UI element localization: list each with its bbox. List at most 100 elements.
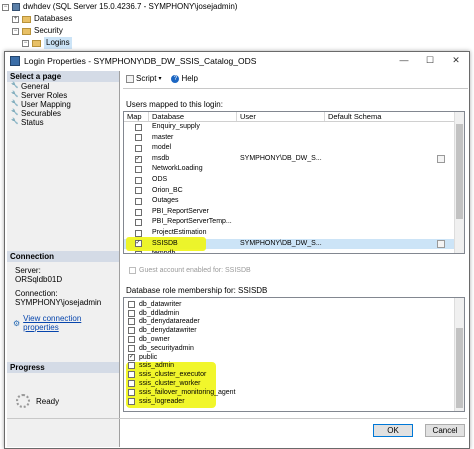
map-checkbox[interactable]	[134, 208, 142, 216]
default-schema-cell[interactable]	[325, 122, 447, 133]
role-item[interactable]: db_ddladmin	[124, 309, 464, 318]
user-cell[interactable]	[237, 133, 325, 144]
table-row[interactable]: ✓ msdb SYMPHONY\DB_DW_S...	[124, 154, 464, 165]
collapse-icon[interactable]: −	[22, 39, 29, 47]
map-checkbox[interactable]	[134, 187, 142, 195]
user-cell[interactable]	[237, 175, 325, 186]
default-schema-cell[interactable]	[325, 186, 447, 197]
help-button[interactable]: ? Help	[171, 74, 198, 83]
page-item-status[interactable]: 🔧 Status	[7, 118, 119, 127]
map-checkbox[interactable]	[134, 144, 142, 152]
table-row[interactable]: PBI_ReportServerTemp...	[124, 217, 464, 228]
ok-button[interactable]: OK	[373, 424, 413, 437]
user-cell[interactable]	[237, 164, 325, 175]
page-item-general[interactable]: 🔧 General	[7, 82, 119, 91]
role-item[interactable]: ssis_cluster_worker	[124, 379, 464, 388]
column-header-user[interactable]: User	[237, 112, 325, 121]
table-row[interactable]: master	[124, 133, 464, 144]
role-checkbox[interactable]	[128, 327, 135, 335]
tree-node-logins[interactable]: − Logins	[22, 37, 72, 49]
user-cell[interactable]: SYMPHONY\DB_DW_S...	[237, 154, 325, 165]
map-checkbox[interactable]	[134, 166, 142, 174]
map-checkbox[interactable]	[134, 134, 142, 142]
user-cell[interactable]	[237, 122, 325, 133]
role-checkbox[interactable]	[128, 309, 135, 317]
map-checkbox[interactable]	[134, 219, 142, 227]
table-row[interactable]: Outages	[124, 196, 464, 207]
role-item[interactable]: db_securityadmin	[124, 344, 464, 353]
role-checkbox[interactable]	[128, 362, 135, 370]
role-item[interactable]: db_owner	[124, 335, 464, 344]
user-cell[interactable]: SYMPHONY\DB_DW_S...	[237, 239, 325, 250]
table-row[interactable]: Orion_BC	[124, 186, 464, 197]
expand-icon[interactable]: +	[12, 15, 19, 23]
role-item[interactable]: db_datawriter	[124, 300, 464, 309]
table-row[interactable]: ProjectEstimation	[124, 228, 464, 239]
table-row[interactable]: PBI_ReportServer	[124, 207, 464, 218]
view-connection-row[interactable]: ⚙ View connection properties	[13, 314, 119, 332]
collapse-icon[interactable]: −	[2, 3, 9, 11]
close-button[interactable]: ✕	[443, 52, 469, 69]
grid-scrollbar[interactable]	[454, 112, 464, 253]
default-schema-cell[interactable]	[325, 143, 447, 154]
tree-node-security[interactable]: − Security	[12, 25, 63, 37]
map-checkbox[interactable]: ✓	[134, 155, 142, 163]
user-cell[interactable]	[237, 196, 325, 207]
minimize-button[interactable]: —	[391, 52, 417, 69]
default-schema-cell[interactable]	[325, 196, 447, 207]
user-cell[interactable]	[237, 217, 325, 228]
map-checkbox[interactable]	[134, 176, 142, 184]
tree-node-databases[interactable]: + Databases	[12, 13, 72, 25]
view-connection-properties-link[interactable]: View connection properties	[23, 314, 119, 332]
default-schema-cell[interactable]	[325, 154, 447, 165]
browse-schema-button[interactable]	[437, 155, 445, 164]
role-item[interactable]: ssis_failover_monitoring_agent	[124, 388, 464, 397]
role-checkbox[interactable]	[128, 388, 135, 396]
role-checkbox[interactable]	[128, 344, 135, 352]
role-checkbox[interactable]: ✓	[128, 353, 135, 361]
role-item[interactable]: db_denydatawriter	[124, 326, 464, 335]
page-item-securables[interactable]: 🔧 Securables	[7, 109, 119, 118]
title-bar[interactable]: Login Properties - SYMPHONY\DB_DW_SSIS_C…	[5, 52, 469, 69]
user-cell[interactable]	[237, 143, 325, 154]
role-checkbox[interactable]	[128, 336, 135, 344]
default-schema-cell[interactable]	[325, 217, 447, 228]
column-header-database[interactable]: Database	[149, 112, 237, 121]
column-header-map[interactable]: Map	[124, 112, 149, 121]
page-item-server-roles[interactable]: 🔧 Server Roles	[7, 91, 119, 100]
table-row[interactable]: Enquiry_supply	[124, 122, 464, 133]
default-schema-cell[interactable]	[325, 164, 447, 175]
table-row[interactable]: tempdb	[124, 249, 464, 253]
map-checkbox[interactable]	[134, 229, 142, 237]
role-item[interactable]: ✓ public	[124, 353, 464, 362]
user-cell[interactable]	[237, 207, 325, 218]
role-item[interactable]: ssis_logreader	[124, 397, 464, 406]
role-membership-list[interactable]: db_datawriter db_ddladmin db_denydatareade…	[123, 297, 465, 412]
role-checkbox[interactable]	[128, 380, 135, 388]
user-cell[interactable]	[237, 186, 325, 197]
role-item[interactable]: ssis_cluster_executor	[124, 370, 464, 379]
map-checkbox[interactable]	[134, 197, 142, 205]
maximize-button[interactable]: ☐	[417, 52, 443, 69]
table-row[interactable]: ✓ SSISDB SYMPHONY\DB_DW_S...	[124, 236, 464, 251]
table-row[interactable]: NetworkLoading	[124, 164, 464, 175]
default-schema-cell[interactable]	[325, 207, 447, 218]
map-checkbox[interactable]	[134, 123, 142, 131]
table-row[interactable]: ODS	[124, 175, 464, 186]
default-schema-cell[interactable]	[325, 228, 447, 239]
default-schema-cell[interactable]	[325, 239, 447, 250]
role-checkbox[interactable]	[128, 318, 135, 326]
role-item[interactable]: db_denydatareader	[124, 318, 464, 327]
grid-scroll-thumb[interactable]	[456, 124, 463, 219]
map-checkbox[interactable]	[134, 250, 142, 253]
default-schema-cell[interactable]	[325, 249, 447, 253]
user-cell[interactable]	[237, 249, 325, 253]
cancel-button[interactable]: Cancel	[425, 424, 465, 437]
tree-node-server[interactable]: − dwhdev (SQL Server 15.0.4236.7 - SYMPH…	[2, 1, 237, 13]
collapse-icon[interactable]: −	[12, 27, 19, 35]
map-checkbox[interactable]: ✓	[134, 240, 142, 248]
default-schema-cell[interactable]	[325, 175, 447, 186]
role-checkbox[interactable]	[128, 300, 135, 308]
table-row[interactable]: model	[124, 143, 464, 154]
user-mapping-grid[interactable]: Map Database User Default Schema Enquiry…	[123, 111, 465, 254]
